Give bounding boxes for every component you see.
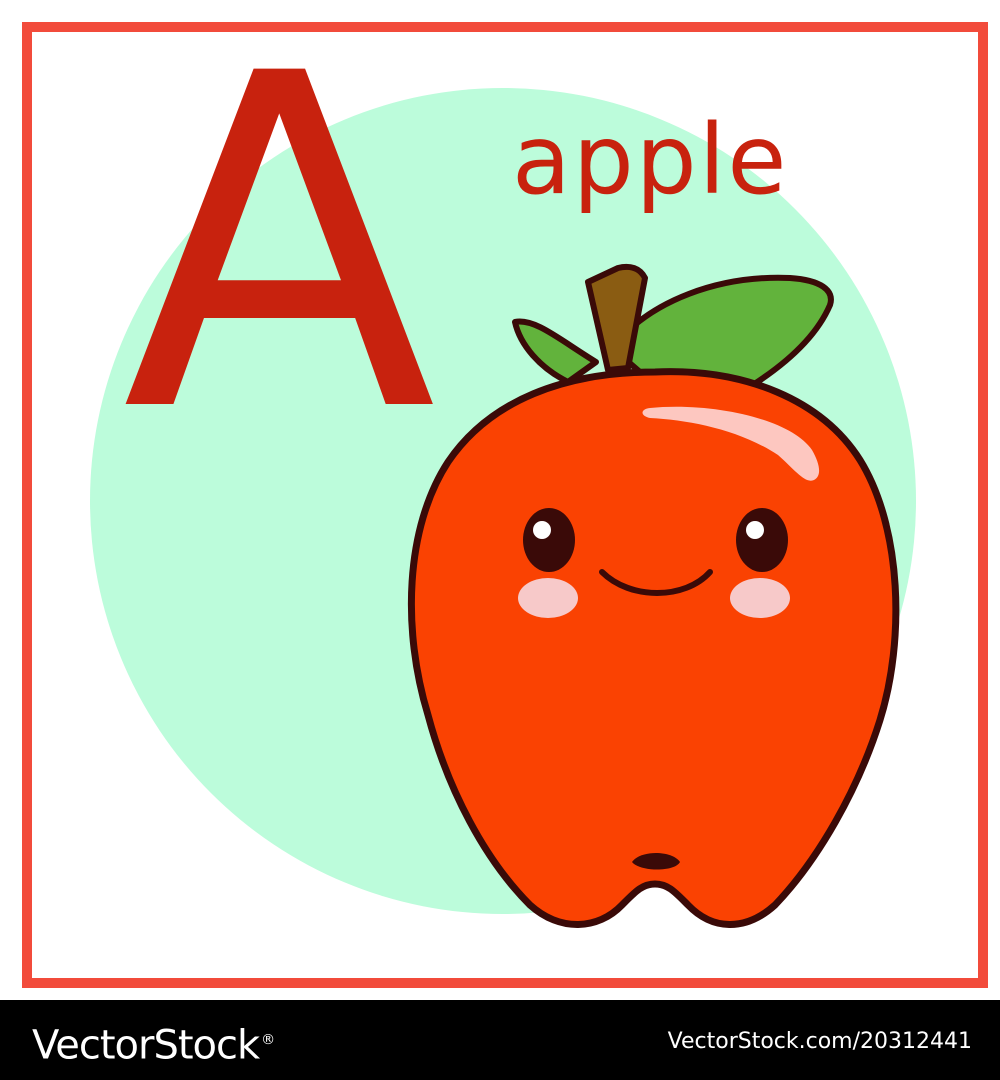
brand-name: VectorStock xyxy=(32,1022,260,1069)
left-eye-shine-icon xyxy=(533,521,551,539)
kawaii-apple-icon xyxy=(407,263,900,928)
left-eye-icon xyxy=(523,508,575,572)
right-eye-icon xyxy=(736,508,788,572)
registered-mark: ® xyxy=(261,1032,275,1048)
flashcard: A apple xyxy=(0,0,1000,1000)
apple-body-icon xyxy=(407,368,900,928)
watermark-bar: VectorStock ® VectorStock.com/20312441 xyxy=(0,1000,1000,1080)
watermark-brand: VectorStock ® xyxy=(32,1016,275,1069)
right-blush-icon xyxy=(730,578,790,618)
right-eye-shine-icon xyxy=(746,521,764,539)
left-blush-icon xyxy=(518,578,578,618)
leaf-left-icon xyxy=(512,318,599,385)
stock-id: VectorStock.com/20312441 xyxy=(667,1029,972,1054)
